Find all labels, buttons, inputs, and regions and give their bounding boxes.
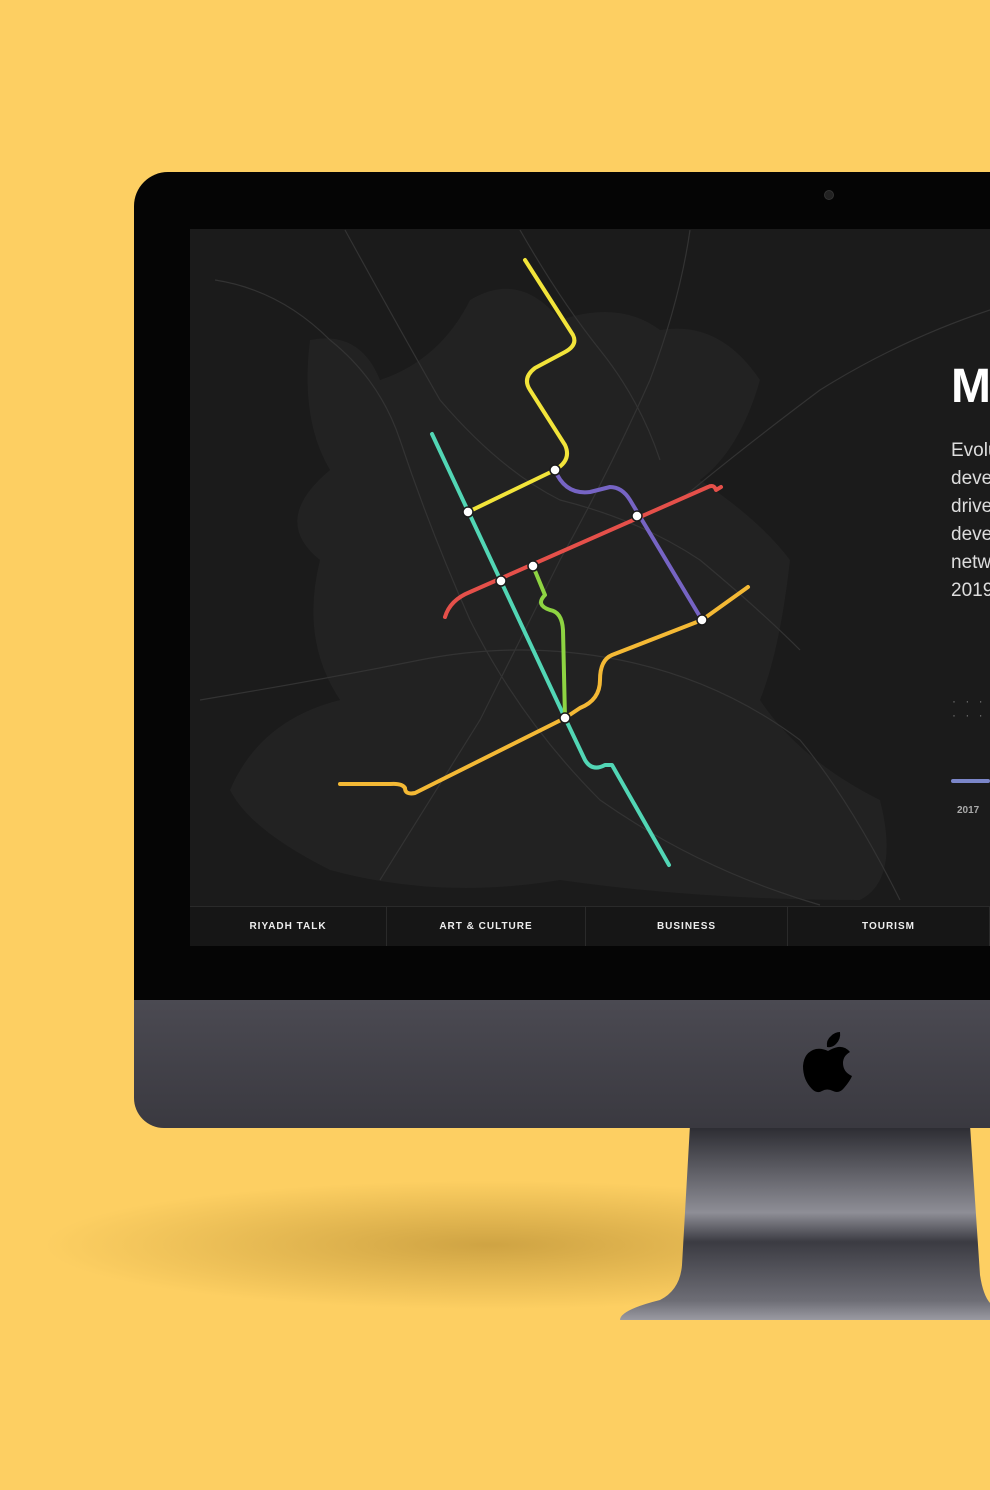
- timeline-dots: · · · · · ·: [952, 694, 986, 722]
- metro-map[interactable]: [190, 229, 990, 946]
- monitor-stand: [620, 1125, 990, 1320]
- camera-icon: [824, 190, 834, 200]
- panel-description: Evolu deve drive deve netw 2019: [951, 437, 990, 605]
- description-line: deve: [951, 468, 990, 489]
- nav-business[interactable]: BUSINESS: [586, 907, 788, 946]
- apple-logo-icon: [803, 1032, 852, 1093]
- description-line: Evolu: [951, 440, 990, 461]
- nav-tourism[interactable]: TOURISM: [788, 907, 990, 946]
- station-marker[interactable]: [631, 510, 643, 522]
- timeline-slider[interactable]: [951, 779, 990, 783]
- panel-title: M: [951, 360, 990, 413]
- station-marker[interactable]: [527, 560, 539, 572]
- screen: M Evolu deve drive deve netw 2019 · · · · · ·…: [190, 229, 990, 946]
- description-line: deve: [951, 524, 990, 545]
- nav-art-culture[interactable]: ART & CULTURE: [387, 907, 586, 946]
- nav-riyadh-talk[interactable]: RIYADH TALK: [190, 907, 387, 946]
- station-marker[interactable]: [549, 464, 561, 476]
- timeline-year[interactable]: 2017: [957, 805, 979, 816]
- station-marker[interactable]: [495, 575, 507, 587]
- monitor-chin: [134, 1000, 990, 1128]
- description-line: netw: [951, 552, 990, 573]
- bottom-nav: RIYADH TALK ART & CULTURE BUSINESS TOURI…: [190, 906, 990, 946]
- station-marker[interactable]: [559, 712, 571, 724]
- station-marker[interactable]: [696, 614, 708, 626]
- description-line: drive: [951, 496, 990, 517]
- description-line: 2019: [951, 580, 990, 601]
- city-area: [230, 288, 887, 900]
- station-marker[interactable]: [462, 506, 474, 518]
